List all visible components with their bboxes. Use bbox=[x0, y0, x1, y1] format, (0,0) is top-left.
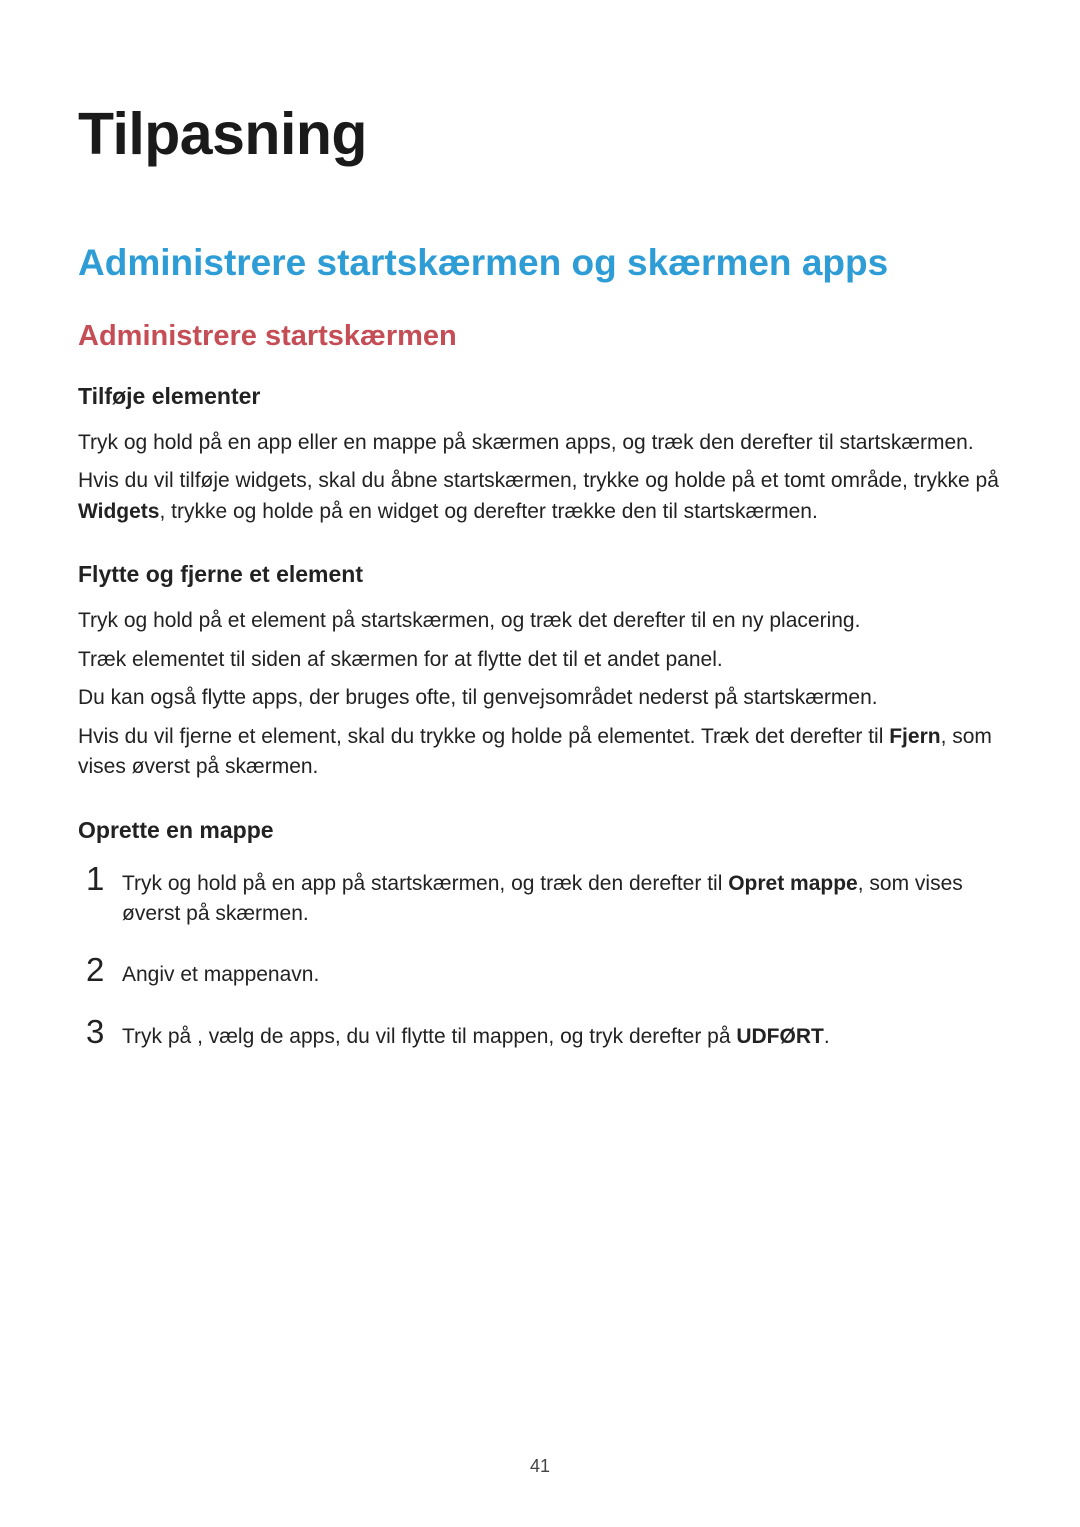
text-bold: Widgets bbox=[78, 500, 159, 523]
page-title: Tilpasning bbox=[78, 100, 1002, 168]
section-heading-red: Administrere startskærmen bbox=[78, 320, 1002, 353]
subheading-add-elements: Tilføje elementer bbox=[78, 383, 1002, 410]
paragraph: Du kan også flytte apps, der bruges ofte… bbox=[78, 683, 1002, 713]
paragraph: Tryk og hold på en app eller en mappe på… bbox=[78, 428, 1002, 458]
step-text: Tryk på , vælg de apps, du vil flytte ti… bbox=[122, 1022, 830, 1052]
paragraph: Træk elementet til siden af skærmen for … bbox=[78, 645, 1002, 675]
list-item: 3 Tryk på , vælg de apps, du vil flytte … bbox=[86, 1015, 1002, 1052]
text-run: Angiv et mappenavn. bbox=[122, 963, 319, 986]
text-run: Hvis du vil tilføje widgets, skal du åbn… bbox=[78, 469, 999, 492]
paragraph: Hvis du vil tilføje widgets, skal du åbn… bbox=[78, 466, 1002, 527]
document-page: Tilpasning Administrere startskærmen og … bbox=[0, 0, 1080, 1527]
section-heading-blue: Administrere startskærmen og skærmen app… bbox=[78, 242, 1002, 284]
text-run: Hvis du vil fjerne et element, skal du t… bbox=[78, 725, 889, 748]
step-number: 2 bbox=[86, 953, 122, 986]
text-run: , trykke og holde på en widget og dereft… bbox=[159, 500, 817, 523]
list-item: 1 Tryk og hold på en app på startskærmen… bbox=[86, 862, 1002, 930]
text-run: . bbox=[824, 1025, 830, 1048]
paragraph: Tryk og hold på et element på startskærm… bbox=[78, 606, 1002, 636]
text-run: Tryk på , vælg de apps, du vil flytte ti… bbox=[122, 1025, 736, 1048]
step-text: Tryk og hold på en app på startskærmen, … bbox=[122, 869, 1002, 930]
subheading-move-remove: Flytte og fjerne et element bbox=[78, 561, 1002, 588]
subheading-create-folder: Oprette en mappe bbox=[78, 817, 1002, 844]
paragraph: Hvis du vil fjerne et element, skal du t… bbox=[78, 722, 1002, 783]
text-run: Tryk og hold på en app på startskærmen, … bbox=[122, 872, 728, 895]
text-bold: Fjern bbox=[889, 725, 940, 748]
list-item: 2 Angiv et mappenavn. bbox=[86, 953, 1002, 990]
text-bold: Opret mappe bbox=[728, 872, 858, 895]
step-number: 1 bbox=[86, 862, 122, 895]
step-text: Angiv et mappenavn. bbox=[122, 960, 319, 990]
text-bold: UDFØRT bbox=[736, 1025, 824, 1048]
step-number: 3 bbox=[86, 1015, 122, 1048]
ordered-steps: 1 Tryk og hold på en app på startskærmen… bbox=[78, 862, 1002, 1053]
page-number: 41 bbox=[0, 1456, 1080, 1477]
